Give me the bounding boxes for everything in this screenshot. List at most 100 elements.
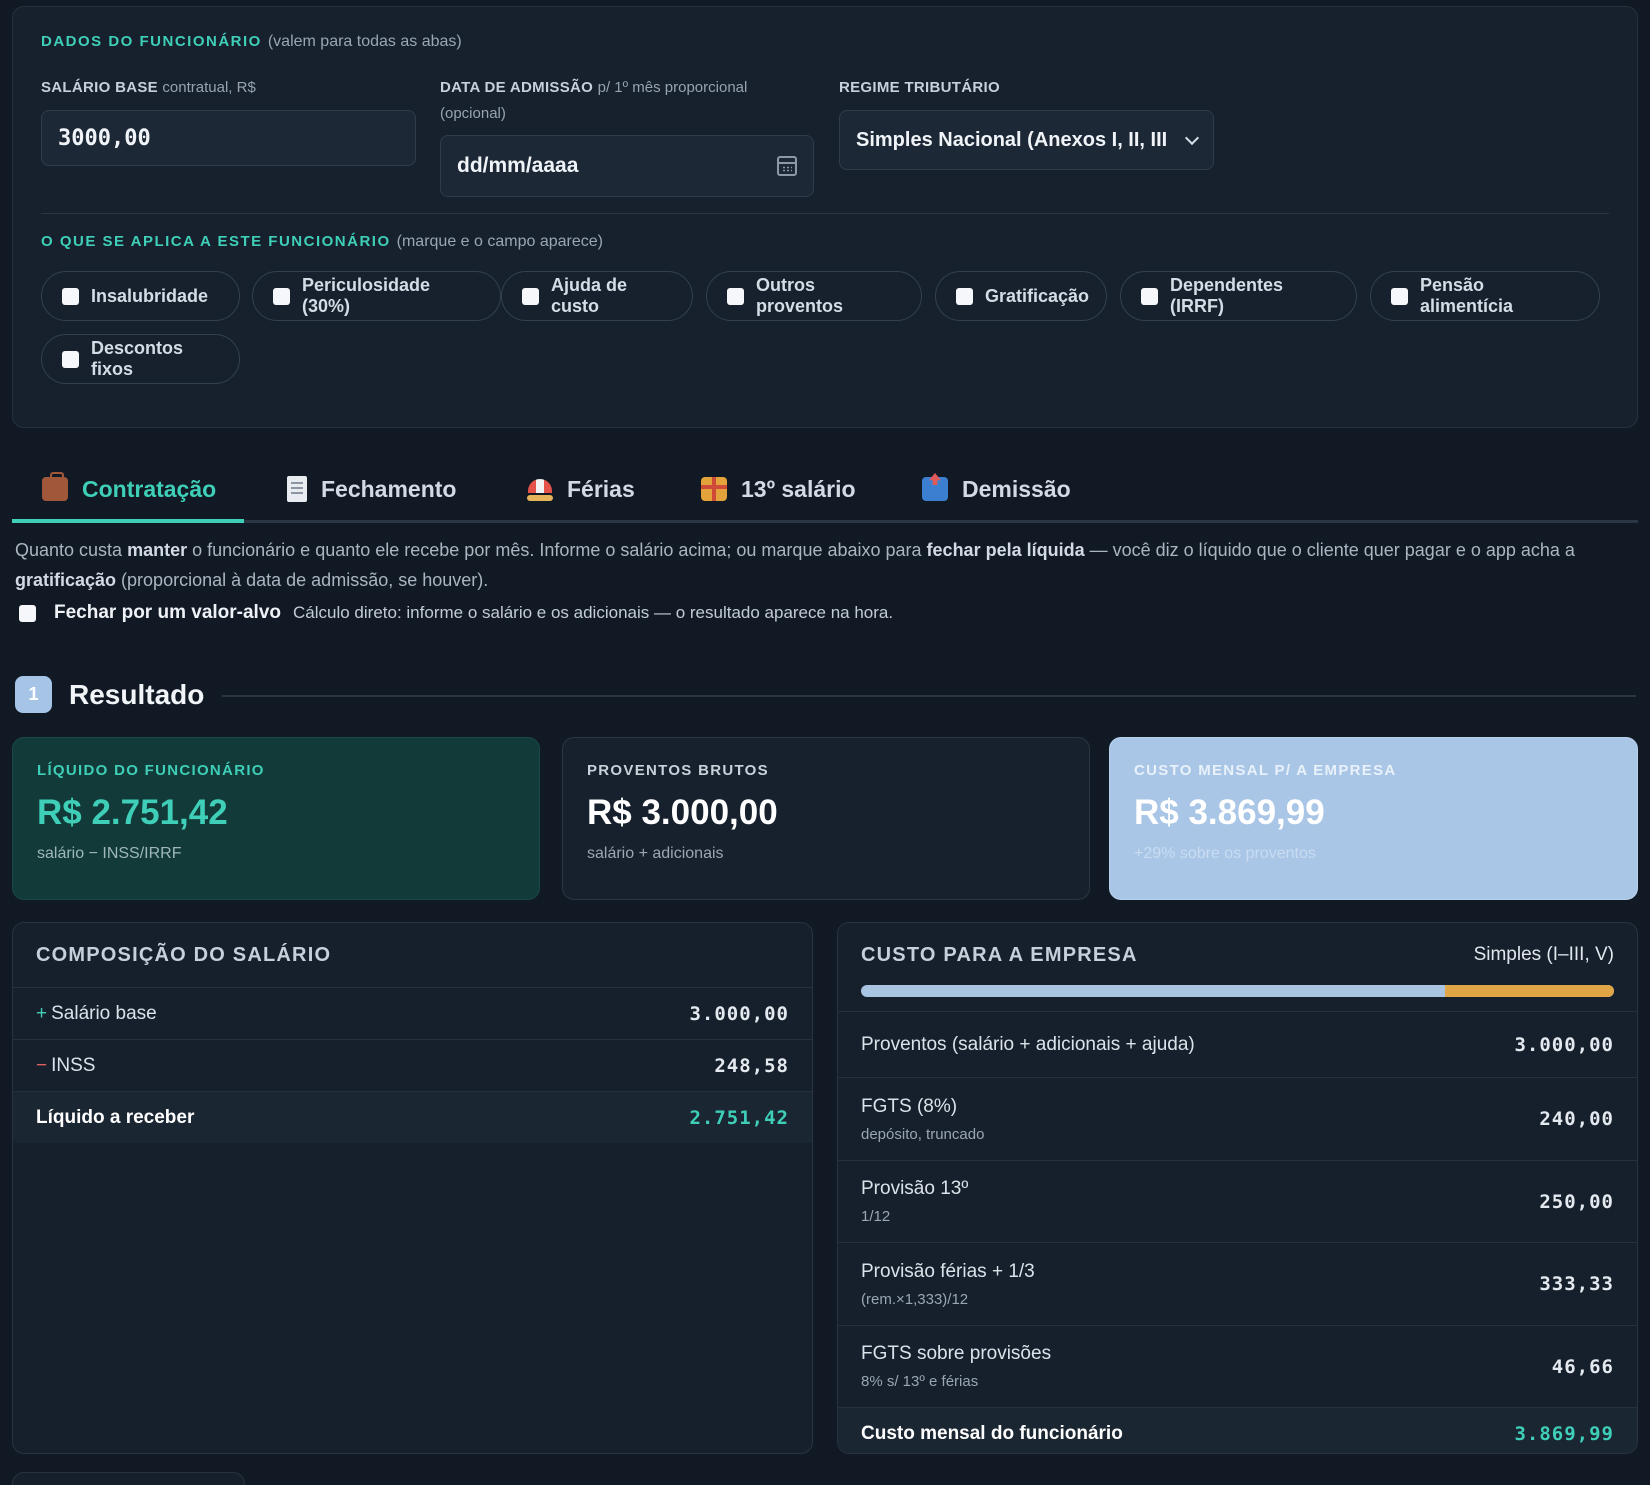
- checkbox[interactable]: [522, 287, 539, 305]
- panel-divider: [41, 213, 1609, 214]
- panel-title: COMPOSIÇÃO DO SALÁRIO: [36, 943, 332, 966]
- tab-ferias[interactable]: Férias: [527, 463, 635, 515]
- chevron-down-icon: [1184, 130, 1200, 145]
- briefcase-icon: [42, 472, 68, 501]
- minus-sign: −: [36, 1054, 48, 1076]
- admission-date-label: DATA DE ADMISSÃO p/ 1º mês proporcional …: [440, 75, 747, 127]
- option-label: Gratificação: [985, 285, 1090, 306]
- intro-description: Quanto custa manter o funcionário e quan…: [15, 535, 1630, 595]
- panel-header: COMPOSIÇÃO DO SALÁRIO: [13, 923, 812, 987]
- applies-section-heading: O QUE SE APLICA A ESTE FUNCIONÁRIO: [41, 233, 391, 250]
- salary-input-value: 3000,00: [58, 125, 151, 151]
- card-subtitle: salário − INSS/IRRF: [37, 845, 182, 862]
- intro-text: o funcionário e quanto ele recebe por mê…: [187, 540, 927, 560]
- table-row: FGTS sobre provisões 8% s/ 13º e férias …: [838, 1325, 1637, 1407]
- card-label: PROVENTOS BRUTOS: [587, 762, 769, 779]
- row-value: 3.000,00: [689, 1002, 789, 1025]
- target-value-toggle[interactable]: Fechar por um valor-alvo Cálculo direto:…: [19, 602, 893, 624]
- card-label: CUSTO MENSAL P/ A EMPRESA: [1134, 762, 1397, 779]
- salary-input[interactable]: 3000,00: [41, 110, 416, 166]
- employee-section-heading: DADOS DO FUNCIONÁRIO: [41, 33, 262, 50]
- cost-bar-encargos: [1444, 985, 1614, 997]
- target-checkbox[interactable]: [19, 604, 36, 622]
- option-periculosidade[interactable]: Periculosidade (30%): [252, 271, 501, 321]
- option-outros-proventos[interactable]: Outros proventos: [706, 271, 922, 321]
- checkbox[interactable]: [273, 287, 290, 305]
- checkbox[interactable]: [1141, 287, 1158, 305]
- regime-label: REGIME TRIBUTÁRIO: [839, 75, 1000, 101]
- intro-text: — você diz o líquido que o cliente quer …: [1084, 540, 1575, 560]
- option-insalubridade[interactable]: Insalubridade: [41, 271, 240, 321]
- option-label: Pensão alimentícia: [1420, 275, 1514, 316]
- table-row: Provisão 13º 1/12 250,00: [838, 1160, 1637, 1242]
- row-label: − INSS: [36, 1055, 95, 1077]
- receipt-icon: [287, 476, 307, 502]
- table-row: + Salário base 3.000,00: [13, 987, 812, 1039]
- tab-fechamento[interactable]: Fechamento: [287, 463, 456, 515]
- checkbox[interactable]: [956, 287, 973, 305]
- option-descontos-fixos[interactable]: Descontos fixos: [41, 334, 240, 384]
- option-dependentes-irrf[interactable]: Dependentes (IRRF): [1120, 271, 1357, 321]
- target-label: Fechar por um valor-alvo: [54, 602, 282, 623]
- option-label: Ajuda de custo: [551, 275, 628, 316]
- row-label: FGTS sobre provisões: [861, 1343, 1052, 1364]
- outbox-icon: [922, 477, 948, 501]
- admission-label-hint: p/ 1º mês proporcional: [597, 79, 748, 96]
- tab-label: Férias: [567, 475, 635, 502]
- row-label: FGTS (8%): [861, 1095, 958, 1117]
- admission-date-input[interactable]: dd/mm/aaaa: [440, 135, 814, 197]
- total-row: Líquido a receber 2.751,42: [13, 1091, 812, 1143]
- regime-label-text: REGIME TRIBUTÁRIO: [839, 79, 1000, 96]
- employee-data-panel: DADOS DO FUNCIONÁRIO (valem para todas as…: [12, 6, 1638, 428]
- checkbox[interactable]: [727, 287, 744, 305]
- intro-text: Quanto custa: [15, 540, 128, 560]
- row-value: 248,58: [714, 1054, 789, 1077]
- tab-13-salario[interactable]: 13º salário: [701, 463, 856, 515]
- tab-demissao[interactable]: Demissão: [922, 463, 1071, 515]
- employee-section-note: (valem para todas as abas): [267, 33, 462, 50]
- next-section-stub: [12, 1472, 245, 1485]
- cost-breakdown-bar: [861, 985, 1614, 997]
- total-row: Custo mensal do funcionário 3.869,99: [838, 1407, 1637, 1453]
- gross-earnings-card: PROVENTOS BRUTOS R$ 3.000,00 salário + a…: [562, 737, 1090, 900]
- regime-select[interactable]: Simples Nacional (Anexos I, II, III: [839, 110, 1214, 170]
- admission-date-placeholder: dd/mm/aaaa: [457, 154, 579, 177]
- calendar-icon[interactable]: [777, 156, 797, 176]
- company-cost-panel: CUSTO PARA A EMPRESA Simples (I–III, V) …: [837, 922, 1638, 1454]
- intro-bold: manter: [127, 540, 188, 560]
- gift-icon: [701, 477, 727, 501]
- option-gratificacao[interactable]: Gratificação: [935, 271, 1107, 321]
- panel-header: CUSTO PARA A EMPRESA Simples (I–III, V): [838, 923, 1637, 987]
- row-value: 250,00: [1539, 1190, 1614, 1213]
- tab-contratacao[interactable]: Contratação: [42, 463, 216, 515]
- checkbox[interactable]: [62, 287, 79, 305]
- applies-section-title: O QUE SE APLICA A ESTE FUNCIONÁRIO (marqu…: [41, 233, 603, 251]
- row-label-text: INSS: [51, 1054, 96, 1076]
- row-sublabel: 8% s/ 13º e férias: [861, 1373, 979, 1390]
- panel-title: CUSTO PARA A EMPRESA: [861, 943, 1138, 966]
- result-divider: [222, 695, 1636, 697]
- row-value: 46,66: [1551, 1355, 1614, 1378]
- salary-composition-panel: COMPOSIÇÃO DO SALÁRIO + Salário base 3.00…: [12, 922, 813, 1454]
- table-row: Proventos (salário + adicionais + ajuda)…: [838, 1011, 1637, 1077]
- option-pensao-alimenticia[interactable]: Pensão alimentícia: [1370, 271, 1600, 321]
- checkbox[interactable]: [62, 350, 79, 368]
- net-salary-card: LÍQUIDO DO FUNCIONÁRIO R$ 2.751,42 salár…: [12, 737, 540, 900]
- row-value: 333,33: [1539, 1273, 1614, 1295]
- tab-bar: Contratação Fechamento Férias 13º salári…: [12, 455, 1638, 523]
- row-sublabel: (rem.×1,333)/12: [861, 1290, 969, 1308]
- salary-label-hint: contratual, R$: [162, 79, 256, 96]
- total-label: Líquido a receber: [36, 1106, 195, 1128]
- tab-label: Fechamento: [321, 475, 457, 502]
- row-sublabel: depósito, truncado: [861, 1125, 985, 1143]
- card-value: R$ 3.000,00: [587, 793, 778, 832]
- regime-selected-value: Simples Nacional (Anexos I, II, III: [856, 128, 1168, 151]
- company-cost-card: CUSTO MENSAL P/ A EMPRESA R$ 3.869,99 +2…: [1109, 737, 1638, 900]
- salary-label-text: SALÁRIO BASE: [41, 79, 158, 96]
- checkbox[interactable]: [1391, 287, 1408, 305]
- row-label: Proventos (salário + adicionais + ajuda): [861, 1033, 1195, 1055]
- row-label: Provisão 13º: [861, 1178, 969, 1199]
- option-ajuda-de-custo[interactable]: Ajuda de custo: [501, 271, 693, 321]
- table-row: − INSS 248,58: [13, 1039, 812, 1091]
- option-label: Periculosidade (30%): [302, 275, 431, 316]
